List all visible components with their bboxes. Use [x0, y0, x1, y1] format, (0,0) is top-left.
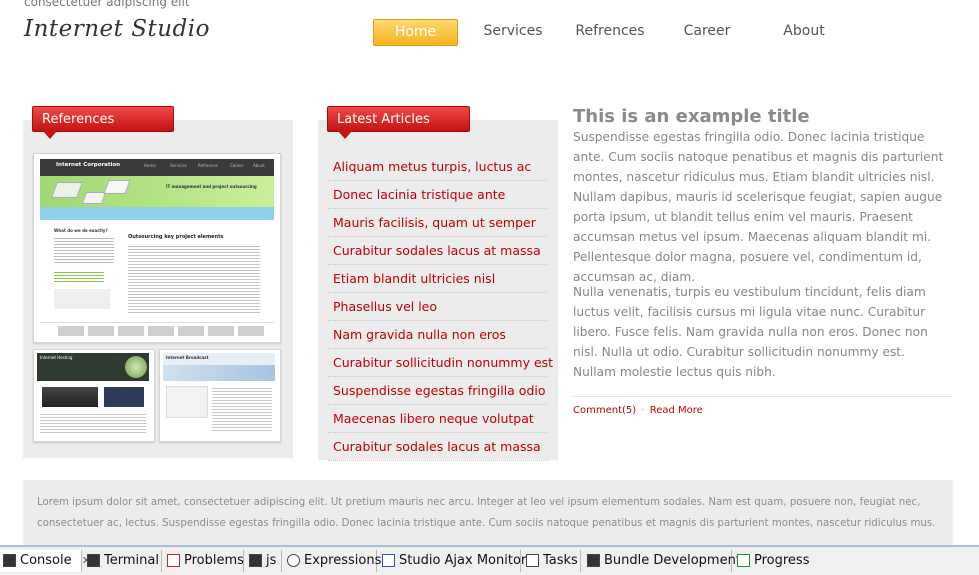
- cube-graphic: [103, 180, 131, 194]
- thumb-menu-item: Services: [170, 163, 187, 168]
- thumb-menu-item: About: [253, 163, 265, 168]
- tab-js-label: js: [266, 553, 277, 568]
- thumb-subbanner: [40, 207, 274, 220]
- post-paragraph: Nulla venenatis, turpis eu vestibulum ti…: [573, 285, 928, 379]
- tab-console-label: Console: [20, 553, 72, 568]
- thumb-side-box: [54, 289, 110, 309]
- article-list: Aliquam metus turpis, luctus ac Donec la…: [328, 153, 553, 461]
- reference-thumbnail-2[interactable]: Internet Broadcast: [159, 349, 281, 442]
- comments-link[interactable]: Comment(5): [573, 405, 636, 416]
- article-link[interactable]: Phasellus vel leo: [328, 293, 548, 321]
- nav-item-about[interactable]: About: [775, 19, 833, 46]
- tab-tasks[interactable]: Tasks: [523, 550, 581, 572]
- meta-separator: ·: [641, 405, 645, 416]
- thumb-menu-item: Career: [230, 163, 244, 168]
- server-graphic: [42, 387, 98, 407]
- expressions-icon: [287, 554, 300, 567]
- references-tab-label: References: [42, 112, 115, 127]
- server-graphic: [104, 387, 144, 407]
- problems-icon: [167, 554, 180, 567]
- thumb-header-bar: Internet Broadcast: [163, 353, 275, 365]
- post-divider: [573, 396, 953, 397]
- thumb-menu-item: Refrences: [198, 163, 218, 168]
- thumb-brand: Internet Hosting: [40, 355, 73, 360]
- thumb-header-bar: Internet Corporation Home Services Refre…: [40, 159, 274, 176]
- tab-problems-label: Problems: [184, 553, 244, 568]
- thumb-brand: Internet Corporation: [56, 162, 121, 168]
- articles-tab-label: Latest Articles: [337, 112, 430, 127]
- nav-item-refrences[interactable]: Refrences: [570, 19, 650, 46]
- article-link[interactable]: Curabitur sodales lacus at massa: [328, 237, 548, 265]
- thumb-brand: Internet Broadcast: [166, 355, 209, 360]
- terminal-icon: [87, 554, 100, 567]
- js-icon: [249, 554, 262, 567]
- tab-problems[interactable]: Problems: [164, 550, 244, 572]
- article-link[interactable]: Curabitur sollicitudin nonummy est: [328, 349, 553, 377]
- cube-graphic: [51, 182, 83, 198]
- article-link[interactable]: Mauris facilisis, quam ut semper: [328, 209, 548, 237]
- tab-bundle-development[interactable]: Bundle Development: [584, 550, 741, 572]
- tab-expressions-label: Expressions: [304, 553, 382, 568]
- read-more-link[interactable]: Read More: [650, 405, 703, 416]
- tab-console[interactable]: Console ✕: [0, 550, 91, 572]
- bundle-icon: [587, 554, 600, 567]
- site-tagline: consectetuer adipiscing elit: [24, 0, 190, 9]
- tab-js[interactable]: js: [246, 550, 282, 572]
- thumb-menu-item: Home: [144, 163, 156, 168]
- reference-thumbnail-main[interactable]: Internet Corporation Home Services Refre…: [33, 153, 281, 343]
- thumb-banner: [163, 365, 275, 381]
- article-link[interactable]: Aliquam metus turpis, luctus ac: [328, 153, 548, 181]
- article-link[interactable]: Maecenas libero neque volutpat: [328, 405, 548, 433]
- thumb-side-title: What do we do exactly?: [54, 228, 108, 233]
- footer-text: Lorem ipsum dolor sit amet, consectetuer…: [37, 497, 936, 529]
- post-title: This is an example title: [573, 106, 810, 127]
- console-icon: [3, 554, 16, 567]
- post-meta: Comment(5) · Read More: [573, 405, 703, 416]
- globe-graphic: [125, 356, 147, 378]
- tab-studio-ajax-monitor-label: Studio Ajax Monitor: [399, 553, 527, 568]
- references-tab: References: [32, 106, 174, 139]
- thumb-side-box: [166, 386, 208, 418]
- tab-progress-label: Progress: [754, 553, 810, 568]
- progress-icon: [737, 554, 750, 567]
- ide-view-tabs: Console ✕ Terminal Problems js Expressio…: [0, 545, 979, 575]
- tab-expressions[interactable]: Expressions: [284, 550, 381, 572]
- tab-terminal-label: Terminal: [104, 553, 159, 568]
- article-link[interactable]: Suspendisse egestas fringilla odio: [328, 377, 548, 405]
- thumb-footer-text: [54, 326, 264, 336]
- ajax-monitor-icon: [382, 554, 395, 567]
- tab-studio-ajax-monitor[interactable]: Studio Ajax Monitor: [379, 550, 526, 572]
- tab-terminal[interactable]: Terminal: [84, 550, 162, 572]
- reference-thumbnail-1[interactable]: Internet Hosting: [33, 349, 155, 442]
- tab-pointer: [43, 131, 57, 139]
- post-paragraph: Suspendisse egestas fringilla odio. Done…: [573, 130, 944, 284]
- tab-bundle-development-label: Bundle Development: [604, 553, 741, 568]
- article-link[interactable]: Etiam blandit ultricies nisl: [328, 265, 548, 293]
- nav-item-career[interactable]: Career: [673, 19, 741, 46]
- tab-tasks-label: Tasks: [543, 553, 578, 568]
- thumb-banner: IT management and project outsourcing: [40, 176, 274, 207]
- article-link[interactable]: Curabitur sodales lacus at massa: [328, 433, 548, 461]
- articles-tab: Latest Articles: [327, 106, 470, 139]
- thumb-body-text: [128, 244, 260, 314]
- nav-item-services[interactable]: Services: [475, 19, 551, 46]
- thumb-body-text: [212, 386, 272, 432]
- tab-progress[interactable]: Progress: [734, 550, 812, 572]
- footer: Lorem ipsum dolor sit amet, consectetuer…: [23, 480, 953, 545]
- nav-item-home[interactable]: Home: [373, 19, 458, 46]
- thumb-header-bar: Internet Hosting: [37, 353, 149, 381]
- article-link[interactable]: Donec lacinia tristique ante: [328, 181, 548, 209]
- thumb-text-block: [54, 236, 114, 264]
- thumb-heading: Outsourcing key project elements: [128, 234, 224, 240]
- tab-pointer: [338, 131, 352, 139]
- article-link[interactable]: Nam gravida nulla non eros: [328, 321, 548, 349]
- site-logo[interactable]: Internet Studio: [24, 16, 210, 42]
- tasks-icon: [526, 554, 539, 567]
- thumb-banner-text: IT management and project outsourcing: [166, 184, 257, 189]
- thumb-footer-rule: [40, 322, 274, 323]
- thumb-link-list: [54, 270, 104, 282]
- thumb-body-text: [40, 412, 146, 434]
